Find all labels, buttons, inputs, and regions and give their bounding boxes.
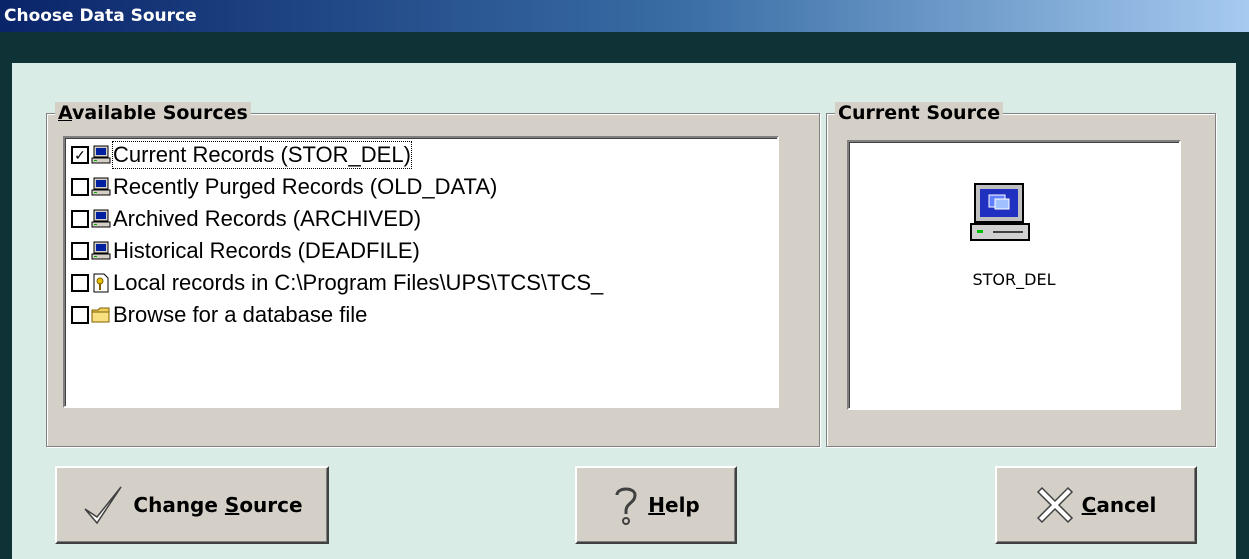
list-item-label: Browse for a database file	[113, 302, 368, 327]
checkbox[interactable]	[71, 210, 89, 228]
change-source-label: Change Source	[133, 493, 303, 517]
dialog-client: Available Sources ✓ Current Records (STO…	[12, 63, 1236, 559]
title-bar[interactable]: Choose Data Source	[0, 0, 1249, 32]
list-item[interactable]: Local records in C:\Program Files\UPS\TC…	[71, 268, 603, 298]
cancel-label: Cancel	[1081, 493, 1157, 517]
question-mark-icon	[615, 487, 637, 525]
dialog-frame: Available Sources ✓ Current Records (STO…	[0, 32, 1249, 559]
checkbox[interactable]: ✓	[71, 146, 89, 164]
current-source-name: STOR_DEL	[972, 270, 1056, 289]
checkbox[interactable]	[71, 178, 89, 196]
checkbox[interactable]	[71, 274, 89, 292]
checkmark-icon	[84, 486, 123, 525]
list-item[interactable]: ✓ Current Records (STOR_DEL)	[71, 140, 412, 170]
window-title: Choose Data Source	[4, 6, 197, 26]
checkbox[interactable]	[71, 242, 89, 260]
available-sources-label: Available Sources	[55, 102, 251, 124]
list-item-label: Recently Purged Records (OLD_DATA)	[113, 174, 498, 199]
list-item[interactable]: Recently Purged Records (OLD_DATA)	[71, 172, 497, 202]
help-label: Help	[648, 493, 700, 517]
list-item[interactable]: Browse for a database file	[71, 300, 367, 330]
database-server-icon	[970, 183, 1030, 241]
list-item[interactable]: Historical Records (DEADFILE)	[71, 236, 420, 266]
local-db-icon	[93, 273, 109, 293]
list-item-label: Current Records (STOR_DEL)	[112, 141, 412, 169]
computer-icon	[91, 209, 111, 228]
list-item-label: Archived Records (ARCHIVED)	[113, 206, 422, 231]
computer-icon	[91, 177, 111, 196]
checkbox[interactable]	[71, 306, 89, 324]
help-button[interactable]: Help	[575, 466, 737, 544]
current-source-group: Current Source STOR_DEL	[826, 102, 1216, 447]
computer-icon	[91, 241, 111, 260]
list-item-label: Local records in C:\Program Files\UPS\TC…	[113, 270, 604, 295]
current-source-panel: STOR_DEL	[847, 140, 1181, 410]
available-sources-group: Available Sources ✓ Current Records (STO…	[46, 102, 820, 447]
list-item-label: Historical Records (DEADFILE)	[113, 238, 420, 263]
sources-list[interactable]: ✓ Current Records (STOR_DEL) Recently Pu…	[63, 136, 779, 408]
change-source-button[interactable]: Change Source	[55, 466, 329, 544]
computer-icon	[91, 145, 111, 164]
list-item[interactable]: Archived Records (ARCHIVED)	[71, 204, 421, 234]
x-cancel-icon	[1036, 486, 1073, 524]
folder-icon	[91, 307, 110, 323]
cancel-button[interactable]: Cancel	[995, 466, 1197, 544]
current-source-label: Current Source	[835, 102, 1004, 124]
